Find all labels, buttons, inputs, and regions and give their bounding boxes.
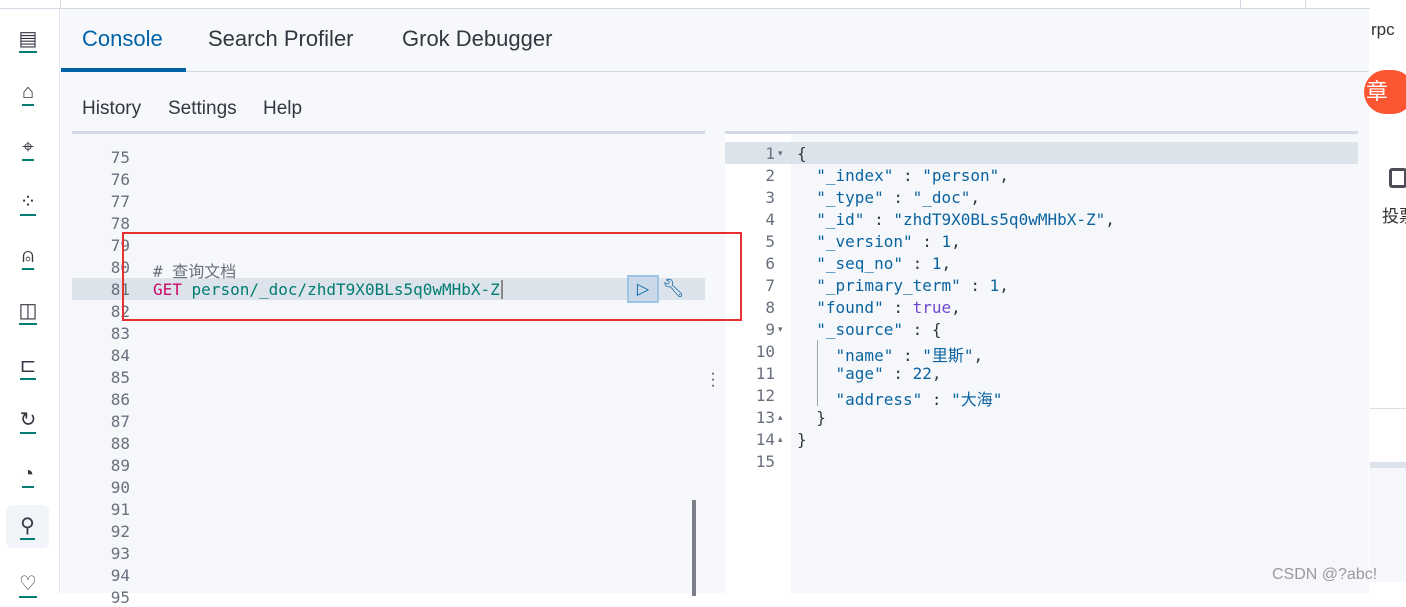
- line-number: 85: [110, 368, 130, 387]
- top-bar: [0, 0, 1370, 9]
- background-thumbnail: [1370, 408, 1406, 409]
- top-bar-divider: [1305, 0, 1306, 9]
- tab-console[interactable]: Console: [82, 26, 163, 52]
- line-number: 76: [110, 170, 130, 189]
- tab-grok-debugger[interactable]: Grok Debugger: [402, 26, 552, 52]
- line-number: 84: [110, 346, 130, 365]
- line-number: 12: [755, 386, 775, 405]
- response-line: "_source" : {: [816, 320, 942, 339]
- response-line: "_version" : 1,: [816, 232, 961, 251]
- ml-icon[interactable]: ⁘: [14, 189, 42, 217]
- line-number: 3: [765, 188, 775, 207]
- background-page-strip: rpc 章 投票: [1364, 0, 1406, 593]
- response-line: "_seq_no" : 1,: [816, 254, 952, 273]
- line-number: 78: [110, 214, 130, 233]
- top-bar-divider: [1240, 0, 1241, 9]
- graph-icon[interactable]: ⍝: [14, 243, 42, 271]
- line-number: 83: [110, 324, 130, 343]
- overview-icon[interactable]: ▤: [14, 25, 42, 53]
- response-line: "_type" : "_doc",: [816, 188, 981, 207]
- response-line: "found" : true,: [816, 298, 961, 317]
- line-number: 86: [110, 390, 130, 409]
- background-vote: 投票: [1382, 207, 1406, 226]
- dashboard-icon[interactable]: ⌂: [14, 80, 42, 108]
- response-line: {: [797, 144, 807, 163]
- line-number: 87: [110, 412, 130, 431]
- line-number: 77: [110, 192, 130, 211]
- line-number: 4: [765, 210, 775, 229]
- line-number: 15: [755, 452, 775, 471]
- editor-scrollbar[interactable]: [692, 500, 696, 596]
- indent-guide: [817, 340, 818, 406]
- slo-icon[interactable]: ↻: [14, 407, 42, 435]
- background-button: 章: [1364, 70, 1406, 114]
- background-text: rpc: [1371, 20, 1395, 39]
- active-line-highlight: [725, 142, 1358, 164]
- background-thumbnail: [1370, 462, 1406, 582]
- line-number: 94: [110, 566, 130, 585]
- line-number: 91: [110, 500, 130, 519]
- line-number: 75: [110, 148, 130, 167]
- sidebar: ▤ ⌂ ⌖ ⁘ ⍝ ◫ ⊏ ↻ ◔ ⚲ ♡: [0, 9, 60, 598]
- fold-toggle-icon[interactable]: ▾: [778, 324, 783, 335]
- annotation-highlight-box: [122, 232, 742, 321]
- line-number: 14: [755, 430, 775, 449]
- watermark: CSDN @?abc!: [1272, 566, 1378, 583]
- settings-link[interactable]: Settings: [168, 98, 237, 120]
- tab-search-profiler[interactable]: Search Profiler: [208, 26, 354, 52]
- panel-resize-handle[interactable]: · · ·: [709, 366, 717, 394]
- monitoring-icon[interactable]: ♡: [14, 570, 42, 598]
- maps-icon[interactable]: ⌖: [14, 134, 42, 162]
- response-line: }: [816, 408, 826, 427]
- line-number: 1: [765, 144, 775, 163]
- tab-bar: Console Search Profiler Grok Debugger: [61, 9, 1369, 72]
- line-number: 10: [755, 342, 775, 361]
- response-line: "_id" : "zhdT9X0BLs5q0wMHbX-Z",: [816, 210, 1115, 229]
- help-link[interactable]: Help: [263, 98, 302, 120]
- line-number: 93: [110, 544, 130, 563]
- fold-toggle-icon[interactable]: ▾: [778, 148, 783, 159]
- top-bar-divider: [60, 0, 61, 9]
- response-line: "_index" : "person",: [816, 166, 1009, 185]
- response-line: "age" : 22,: [835, 364, 942, 383]
- response-line: "name" : "里斯",: [835, 346, 984, 365]
- dev-tools-icon[interactable]: ⚲: [6, 505, 49, 548]
- line-number: 88: [110, 434, 130, 453]
- vote-icon: [1389, 168, 1406, 188]
- line-number: 90: [110, 478, 130, 497]
- response-line: }: [797, 430, 807, 449]
- active-tab-indicator: [61, 68, 186, 72]
- response-line: "address" : "大海": [835, 390, 1003, 409]
- line-number: 9: [765, 320, 775, 339]
- request-editor[interactable]: 75 76 77 78 79 80 81 82 83 84 85 86 87 88 89 90 91 92 93 94…: [72, 131, 705, 607]
- response-line: "_primary_term" : 1,: [816, 276, 1009, 295]
- response-viewer: 1 ▾{2 "_index" : "person", 3 "_type" : "_d…: [725, 131, 1358, 593]
- line-number: 2: [765, 166, 775, 185]
- fold-toggle-icon[interactable]: ▴: [778, 412, 783, 423]
- line-number: 13: [755, 408, 775, 427]
- apm-icon[interactable]: ◫: [14, 298, 42, 326]
- line-number: 92: [110, 522, 130, 541]
- line-number: 11: [755, 364, 775, 383]
- history-link[interactable]: History: [82, 98, 141, 120]
- line-number: 89: [110, 456, 130, 475]
- network-icon[interactable]: ◔: [14, 461, 42, 489]
- uptime-icon[interactable]: ⊏: [14, 352, 42, 380]
- line-number: 95: [110, 588, 130, 607]
- fold-toggle-icon[interactable]: ▴: [778, 434, 783, 445]
